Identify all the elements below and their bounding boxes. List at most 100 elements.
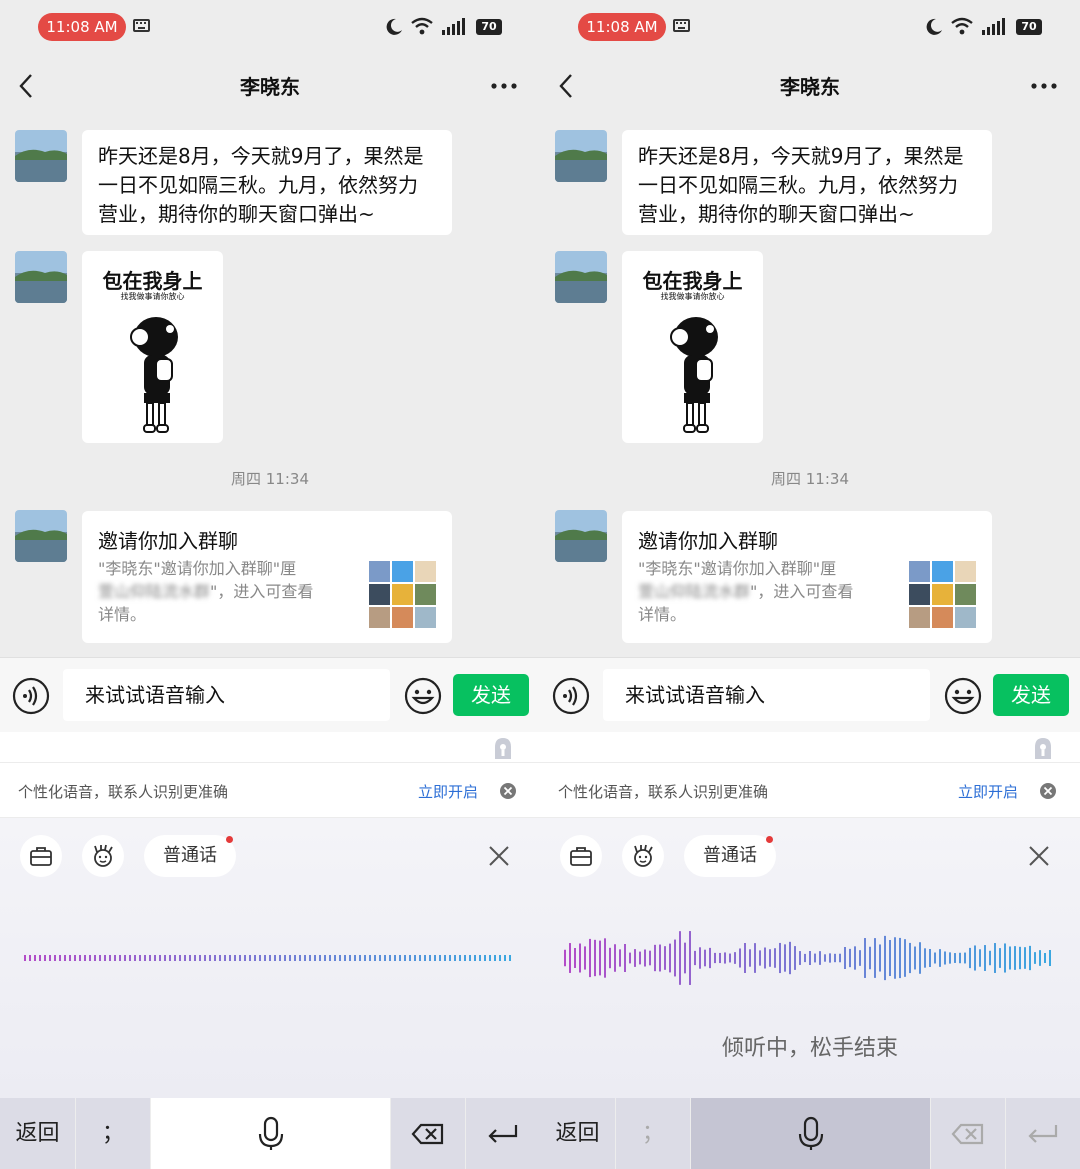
toolbox-button[interactable]	[20, 835, 62, 877]
phone-screen-right: 11:08 AM 70 李晓东 昨天还是8月，今天就9月了，果然是一日不见如隔三…	[540, 0, 1080, 1169]
enable-now-link[interactable]: 立即开启	[418, 781, 478, 802]
waveform-bar	[649, 950, 651, 966]
waveform-bar	[454, 955, 456, 961]
waveform-bar	[274, 955, 276, 961]
invite-description: "李晓东"邀请你加入群聊"厘 萱山仰陆流水群"，进入可查看 详情。	[98, 557, 358, 626]
close-notice-icon[interactable]	[499, 782, 517, 800]
more-options-icon[interactable]	[1030, 82, 1058, 90]
backspace-key[interactable]	[931, 1098, 1005, 1169]
waveform-bar	[839, 953, 841, 963]
waveform-bar	[24, 955, 26, 961]
waveform-bar	[994, 943, 996, 973]
notice-text: 个性化语音，联系人识别更准确	[558, 783, 769, 801]
waveform-bar	[429, 955, 431, 961]
waveform-bar	[309, 955, 311, 961]
waveform-bar	[629, 952, 631, 964]
text-message-bubble[interactable]: 昨天还是8月，今天就9月了，果然是一日不见如隔三秋。九月，依然努力营业，期待你的…	[622, 130, 992, 235]
hold-to-talk-key[interactable]	[151, 1098, 390, 1169]
privacy-shield-icon[interactable]	[1031, 737, 1055, 761]
waveform-bar	[374, 955, 376, 961]
voice-mode-icon[interactable]	[12, 677, 50, 715]
waveform-bar	[484, 955, 486, 961]
message-input[interactable]: 来试试语音输入	[63, 669, 390, 721]
sticker-message[interactable]: 包在我身上 找我做事请你放心	[622, 251, 763, 443]
toolbox-button[interactable]	[560, 835, 602, 877]
waveform-bar	[919, 942, 921, 974]
sticker-message[interactable]: 包在我身上 找我做事请你放心	[82, 251, 223, 443]
sticker-subtitle: 找我做事请你放心	[120, 292, 185, 301]
waveform-bar	[954, 953, 956, 963]
waveform-bar	[614, 944, 616, 972]
waveform-bar	[744, 943, 746, 973]
language-selector[interactable]: 普通话	[684, 835, 776, 877]
enable-now-link[interactable]: 立即开启	[958, 781, 1018, 802]
voice-skin-button[interactable]	[82, 835, 124, 877]
waveform-bar	[424, 955, 426, 961]
waveform-bar	[189, 955, 191, 961]
contact-avatar[interactable]	[555, 510, 607, 562]
waveform-bar	[194, 955, 196, 961]
voice-character-icon	[634, 844, 653, 867]
message-input[interactable]: 来试试语音输入	[603, 669, 930, 721]
send-button[interactable]: 发送	[993, 674, 1069, 716]
punctuation-key[interactable]: ；	[76, 1098, 150, 1169]
waveform-bar	[569, 943, 571, 973]
language-selector[interactable]: 普通话	[144, 835, 236, 877]
waveform-bar	[689, 931, 691, 985]
more-options-icon[interactable]	[490, 82, 518, 90]
waveform-bar	[34, 955, 36, 961]
voice-skin-button[interactable]	[622, 835, 664, 877]
invite-title: 邀请你加入群聊	[638, 529, 778, 553]
new-badge-dot	[766, 836, 773, 843]
back-key[interactable]: 返回	[0, 1098, 75, 1169]
backspace-key[interactable]	[391, 1098, 465, 1169]
enter-key[interactable]	[1006, 1098, 1080, 1169]
waveform-bar	[384, 955, 386, 961]
voice-mode-icon[interactable]	[552, 677, 590, 715]
contact-avatar[interactable]	[15, 251, 67, 303]
waveform-bar	[764, 947, 766, 969]
enter-key[interactable]	[466, 1098, 540, 1169]
wifi-icon	[951, 17, 973, 35]
status-time: 11:08 AM	[578, 13, 666, 41]
waveform-bar	[704, 949, 706, 967]
sticker-title: 包在我身上	[642, 269, 743, 293]
waveform-bar	[779, 942, 781, 974]
moon-icon	[386, 18, 402, 35]
close-icon[interactable]	[1028, 845, 1050, 867]
waveform-bar	[999, 948, 1001, 968]
waveform-bar	[1024, 947, 1026, 969]
waveform-bar	[59, 955, 61, 961]
message-text: 昨天还是8月，今天就9月了，果然是一日不见如隔三秋。九月，依然努力营业，期待你的…	[638, 144, 964, 226]
waveform-bar	[784, 944, 786, 972]
emoji-icon[interactable]	[404, 677, 442, 715]
contact-avatar[interactable]	[15, 510, 67, 562]
battery-icon: 70	[1016, 19, 1042, 35]
close-notice-icon[interactable]	[1039, 782, 1057, 800]
waveform-bar	[624, 944, 626, 972]
contact-avatar[interactable]	[555, 130, 607, 182]
contact-avatar[interactable]	[15, 130, 67, 182]
privacy-shield-icon[interactable]	[491, 737, 515, 761]
emoji-icon[interactable]	[944, 677, 982, 715]
waveform-bar	[574, 948, 576, 968]
waveform-bar	[864, 938, 866, 978]
send-button[interactable]: 发送	[453, 674, 529, 716]
waveform-bar	[419, 955, 421, 961]
waveform-bar	[169, 955, 171, 961]
group-invite-card[interactable]: 邀请你加入群聊 "李晓东"邀请你加入群聊"厘 萱山仰陆流水群"，进入可查看 详情…	[622, 511, 992, 643]
contact-avatar[interactable]	[555, 251, 607, 303]
group-invite-card[interactable]: 邀请你加入群聊 "李晓东"邀请你加入群聊"厘 萱山仰陆流水群"，进入可查看 详情…	[82, 511, 452, 643]
text-message-bubble[interactable]: 昨天还是8月，今天就9月了，果然是一日不见如隔三秋。九月，依然努力营业，期待你的…	[82, 130, 452, 235]
waveform-bar	[84, 955, 86, 961]
back-key[interactable]: 返回	[540, 1098, 615, 1169]
toolbox-icon	[30, 847, 52, 866]
punctuation-key[interactable]: ；	[616, 1098, 690, 1169]
waveform-bar	[659, 944, 661, 972]
waveform-bar	[99, 955, 101, 961]
moon-icon	[926, 18, 942, 35]
waveform-bar	[389, 955, 391, 961]
hold-to-talk-key[interactable]	[691, 1098, 930, 1169]
waveform-bar	[339, 955, 341, 961]
close-icon[interactable]	[488, 845, 510, 867]
